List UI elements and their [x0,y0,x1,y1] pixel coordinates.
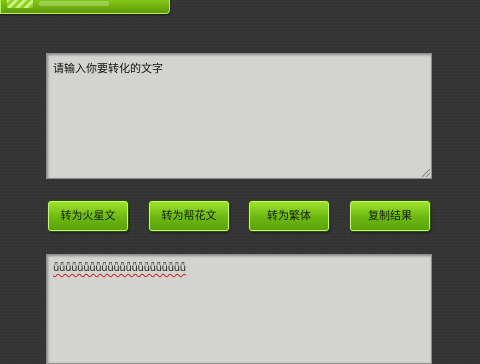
logo-icon [7,0,33,8]
header-tab [0,0,170,14]
convert-banghua-button[interactable]: 转为帮花文 [149,201,229,231]
output-textarea[interactable]: ǖǖǖǖǖǖǖǖǖǖǖǖǖǖǖǖǖǖǖǖǖǖ [46,254,432,364]
convert-traditional-button[interactable]: 转为繁体 [249,201,329,231]
header-decoration [39,1,109,6]
resize-grip-icon[interactable] [422,169,430,177]
copy-result-button[interactable]: 复制结果 [350,201,430,231]
convert-martian-button[interactable]: 转为火星文 [48,201,128,231]
output-text: ǖǖǖǖǖǖǖǖǖǖǖǖǖǖǖǖǖǖǖǖǖǖ [53,263,186,274]
input-textarea[interactable]: 请输入你要转化的文字 [46,53,432,179]
input-text: 请输入你要转化的文字 [53,62,163,75]
